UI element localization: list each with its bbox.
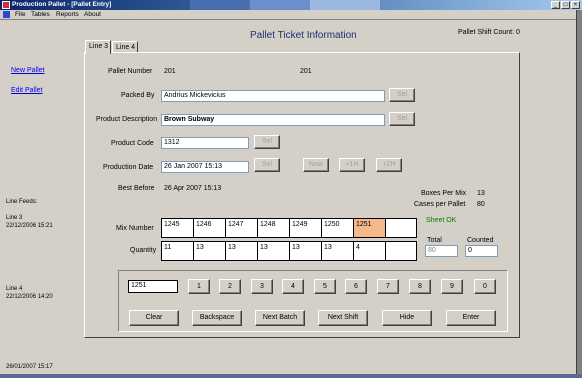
line-feed-line: Line 3 [6, 215, 23, 221]
line-feed-line: Line 4 [6, 286, 23, 292]
hide-button[interactable]: Hide [382, 310, 432, 326]
line-feed-time: 22/12/2006 14:20 [6, 294, 53, 300]
best-before-label: Best Before [118, 185, 155, 192]
digit-7-button[interactable]: 7 [377, 279, 399, 294]
product-description-field[interactable]: Brown Subway [161, 114, 385, 126]
digit-5-button[interactable]: 5 [314, 279, 336, 294]
menu-tables[interactable]: Tables [31, 11, 50, 18]
quantity-cell[interactable]: 13 [290, 242, 322, 260]
quantity-cell[interactable] [386, 242, 416, 260]
mix-number-cell[interactable]: 1248 [258, 219, 290, 237]
boxes-per-mix-value: 13 [477, 190, 485, 197]
total-field: 80 [425, 245, 458, 257]
digit-0-button[interactable]: 0 [474, 279, 496, 294]
next-batch-button[interactable]: Next Batch [255, 310, 305, 326]
digit-2-button[interactable]: 2 [219, 279, 241, 294]
quantity-cell[interactable]: 13 [194, 242, 226, 260]
pallet-number-label: Pallet Number [108, 68, 153, 75]
quantity-grid: 11 13 13 13 13 13 4 [161, 241, 417, 261]
enter-button[interactable]: Enter [446, 310, 496, 326]
best-before-value: 26 Apr 2007 15:13 [164, 185, 222, 192]
production-date-select-button[interactable]: Sel [254, 158, 280, 172]
title-decoration [190, 0, 250, 10]
close-button[interactable]: × [571, 1, 580, 9]
packed-by-field[interactable]: Andrius Mickevicius [161, 90, 385, 102]
menu-reports[interactable]: Reports [56, 11, 79, 18]
current-datetime: 26/01/2007 15:17 [6, 364, 53, 370]
window-border [576, 10, 582, 378]
production-date-label: Production Date [103, 164, 154, 171]
line-feed-time: 22/12/2006 15:21 [6, 223, 53, 229]
total-label: Total [427, 237, 442, 244]
keypad-entry-field[interactable]: 1251 [128, 280, 178, 293]
pallet-number-value: 201 [164, 68, 176, 75]
mix-number-cell[interactable]: 1247 [226, 219, 258, 237]
add-2-hours-button[interactable]: +2H [376, 158, 402, 172]
sheet-status: Sheet OK [426, 217, 457, 224]
quantity-cell[interactable]: 11 [162, 242, 194, 260]
mix-number-label: Mix Number [116, 225, 154, 232]
mix-number-cell[interactable]: 1250 [322, 219, 354, 237]
quantity-cell[interactable]: 13 [322, 242, 354, 260]
pallet-number-value: 201 [300, 68, 312, 75]
next-shift-button[interactable]: Next Shift [318, 310, 368, 326]
digit-8-button[interactable]: 8 [409, 279, 431, 294]
menu-bar: File Tables Reports About [0, 10, 582, 20]
tab-line-3[interactable]: Line 3 [85, 40, 111, 54]
cases-per-pallet-label: Cases per Pallet [414, 201, 466, 208]
packed-by-select-button[interactable]: Sel [389, 88, 415, 102]
document-icon [3, 11, 10, 18]
menu-file[interactable]: File [15, 11, 25, 18]
window-title: Production Pallet - [Pallet Entry] [12, 1, 112, 8]
title-decoration [250, 0, 310, 10]
menu-about[interactable]: About [84, 11, 101, 18]
digit-4-button[interactable]: 4 [282, 279, 304, 294]
quantity-label: Quantity [130, 247, 157, 254]
mix-number-cell-selected[interactable]: 1251 [354, 219, 386, 237]
product-code-field[interactable]: 1312 [161, 137, 249, 149]
backspace-button[interactable]: Backspace [192, 310, 242, 326]
quantity-cell[interactable]: 13 [226, 242, 258, 260]
product-code-label: Product Code [111, 140, 154, 147]
title-decoration [310, 0, 380, 10]
edit-pallet-link[interactable]: Edit Pallet [11, 87, 43, 94]
new-pallet-link[interactable]: New Pallet [11, 67, 44, 74]
counted-field[interactable]: 0 [465, 245, 498, 257]
digit-1-button[interactable]: 1 [188, 279, 210, 294]
window-border [0, 374, 582, 378]
product-description-label: Product Description [96, 116, 158, 123]
pallet-shift-count: Pallet Shift Count: 0 [458, 29, 520, 36]
clear-button[interactable]: Clear [129, 310, 179, 326]
mix-number-grid: 1245 1246 1247 1248 1249 1250 1251 [161, 218, 417, 238]
mix-number-cell[interactable]: 1249 [290, 219, 322, 237]
page-title: Pallet Ticket Information [250, 30, 357, 41]
app-icon [2, 1, 10, 9]
cases-per-pallet-value: 80 [477, 201, 485, 208]
add-1-hour-button[interactable]: +1H [339, 158, 365, 172]
product-code-select-button[interactable]: Sel [254, 135, 280, 149]
product-description-select-button[interactable]: Sel [389, 112, 415, 126]
digit-6-button[interactable]: 6 [345, 279, 367, 294]
mix-number-cell[interactable] [386, 219, 416, 237]
digit-3-button[interactable]: 3 [251, 279, 273, 294]
production-date-field[interactable]: 26 Jan 2007 15:13 [161, 161, 249, 173]
boxes-per-mix-label: Boxes Per Mix [421, 190, 467, 197]
line-feeds-label: Line Feeds: [6, 199, 38, 205]
minimize-button[interactable]: _ [551, 1, 560, 9]
now-button[interactable]: Now [303, 158, 329, 172]
counted-label: Counted [467, 237, 494, 244]
packed-by-label: Packed By [121, 92, 155, 99]
quantity-cell[interactable]: 13 [258, 242, 290, 260]
mix-number-cell[interactable]: 1246 [194, 219, 226, 237]
digit-9-button[interactable]: 9 [441, 279, 463, 294]
quantity-cell[interactable]: 4 [354, 242, 386, 260]
title-bar: Production Pallet - [Pallet Entry] _ □ × [0, 0, 582, 10]
maximize-button[interactable]: □ [561, 1, 570, 9]
mix-number-cell[interactable]: 1245 [162, 219, 194, 237]
